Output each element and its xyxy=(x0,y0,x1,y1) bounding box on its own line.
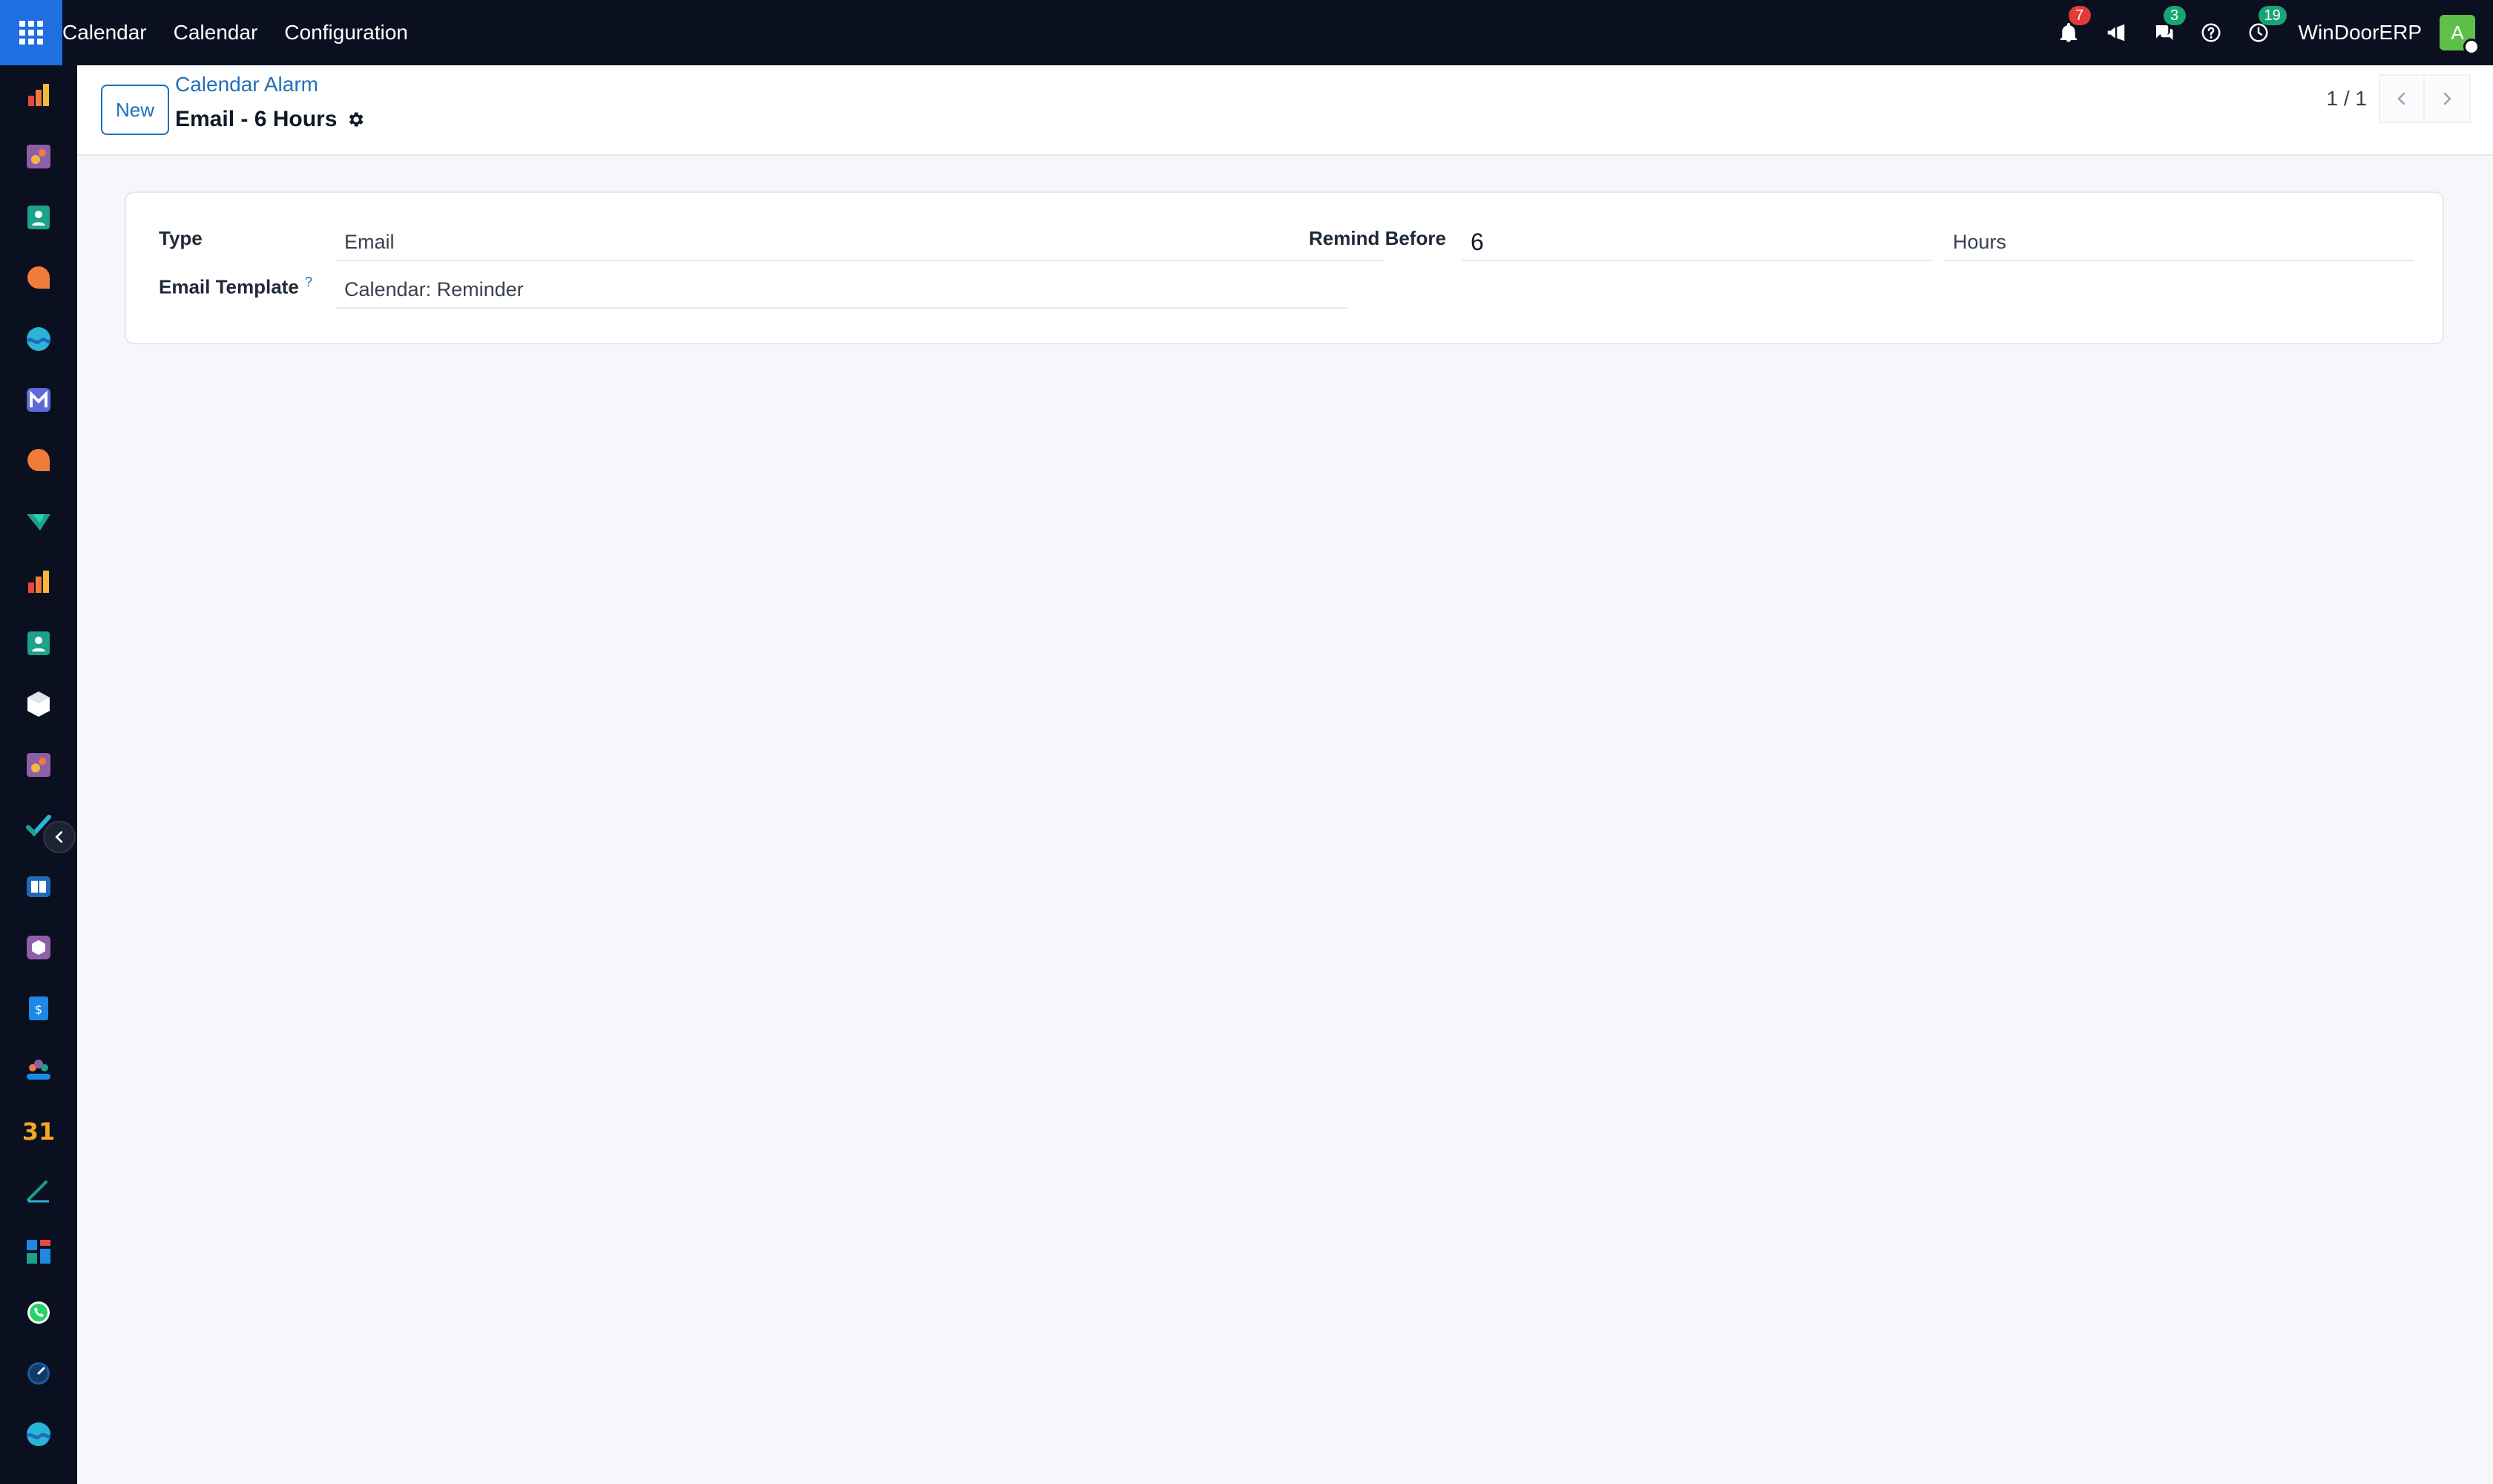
sign-app-icon xyxy=(27,1181,49,1203)
sidebar-item-contacts[interactable] xyxy=(0,191,77,243)
email-template-label: Email Template? xyxy=(159,275,312,299)
activities-badge: 19 xyxy=(2258,6,2287,25)
contacts2-app-icon xyxy=(27,631,50,655)
presence-dot xyxy=(2463,39,2480,55)
form-sheet: Type Email Email Template? Calendar: Rem… xyxy=(125,191,2444,344)
mail-app-icon xyxy=(27,388,50,412)
app-brand-calendar[interactable]: Calendar xyxy=(62,0,160,65)
wave-app-icon xyxy=(27,327,50,351)
pager-previous-button[interactable] xyxy=(2379,74,2425,123)
svg-text:$: $ xyxy=(35,1002,42,1017)
notifications-button[interactable]: 7 xyxy=(2052,6,2091,49)
grid-icon xyxy=(19,21,43,45)
activities-button[interactable]: 19 xyxy=(2242,6,2287,49)
chevron-left-icon xyxy=(2397,92,2405,105)
knowledge-app-icon xyxy=(27,876,50,897)
sidebar-collapse-button[interactable] xyxy=(43,821,76,853)
new-button[interactable]: New xyxy=(101,85,169,135)
sales2-app-icon xyxy=(27,753,50,777)
remind-before-input[interactable]: 6 xyxy=(1462,224,1932,261)
sidebar-item-chart[interactable] xyxy=(0,70,77,122)
help-button[interactable] xyxy=(2195,16,2227,49)
reporting-app-icon xyxy=(28,571,49,593)
sidebar-item-product[interactable] xyxy=(0,922,77,974)
sidebar-item-inventory[interactable] xyxy=(0,678,77,730)
sidebar-item-discuss[interactable] xyxy=(0,252,77,304)
wave2-app-icon xyxy=(27,1422,50,1446)
messages-badge: 3 xyxy=(2163,6,2186,25)
sidebar-item-dashboards[interactable] xyxy=(0,1226,77,1278)
type-select[interactable]: Email xyxy=(335,224,1385,261)
gear-icon[interactable] xyxy=(346,110,365,129)
calendar-app-icon: 31 xyxy=(24,1117,53,1145)
calendar-day-number: 31 xyxy=(24,1117,53,1145)
top-navbar: Calendar Calendar Configuration 7 3 19 W… xyxy=(0,0,2493,65)
record-title: Email - 6 Hours xyxy=(175,107,365,132)
messages-button[interactable]: 3 xyxy=(2147,6,2186,49)
dashboards-app-icon xyxy=(27,1240,50,1264)
type-label: Type xyxy=(159,227,203,249)
user-avatar[interactable]: A xyxy=(2440,15,2480,55)
control-panel: New Calendar Alarm Email - 6 Hours 1 / 1 xyxy=(77,65,2493,156)
help-tooltip-icon[interactable]: ? xyxy=(305,275,312,289)
sidebar-item-employees[interactable] xyxy=(0,1043,77,1095)
pager: 1 / 1 xyxy=(2327,74,2471,123)
chat-app-icon xyxy=(27,266,50,289)
sidebar-item-knowledge[interactable] xyxy=(0,861,77,913)
pager-value[interactable]: 1 / 1 xyxy=(2327,87,2367,111)
sales-app-icon xyxy=(27,145,50,168)
sidebar-item-calendar[interactable]: 31 xyxy=(0,1104,77,1156)
sidebar-item-whatsapp[interactable] xyxy=(0,1287,77,1339)
discuss-app-icon xyxy=(27,449,50,471)
email-template-field[interactable]: Calendar: Reminder xyxy=(335,272,1347,309)
sidebar-item-sign[interactable] xyxy=(0,1165,77,1217)
sidebar-item-reporting[interactable] xyxy=(0,556,77,608)
sidebar-item-invoicing[interactable]: $ xyxy=(0,982,77,1034)
systray: 7 3 19 WinDoorERP A xyxy=(2037,0,2493,65)
sidebar-item-timer[interactable] xyxy=(0,1347,77,1399)
app-menu-button[interactable] xyxy=(0,0,62,65)
invoicing-app-icon: $ xyxy=(29,997,48,1020)
megaphone-icon xyxy=(2107,24,2124,42)
company-switcher[interactable]: WinDoorERP xyxy=(2299,21,2422,45)
product-app-icon xyxy=(27,936,50,959)
remind-before-label: Remind Before xyxy=(1309,227,1446,249)
announcements-button[interactable] xyxy=(2100,16,2132,49)
contacts-app-icon xyxy=(27,206,50,229)
sidebar-item-delivery[interactable] xyxy=(0,496,77,548)
chevron-left-icon xyxy=(55,831,63,843)
menu-calendar[interactable]: Calendar xyxy=(160,0,272,65)
timer-app-icon xyxy=(27,1362,50,1385)
sidebar-item-livechat[interactable] xyxy=(0,435,77,487)
sidebar-item-sales-2[interactable] xyxy=(0,739,77,791)
menu-configuration[interactable]: Configuration xyxy=(271,0,421,65)
employees-app-icon xyxy=(27,1060,50,1080)
avatar-letter: A xyxy=(2451,21,2464,44)
chart-app-icon xyxy=(28,84,49,106)
record-title-text: Email - 6 Hours xyxy=(175,107,338,131)
app-sidebar: $ 31 xyxy=(0,65,77,1484)
delivery-app-icon xyxy=(27,514,50,531)
sidebar-item-mail[interactable] xyxy=(0,374,77,426)
sidebar-item-wave[interactable] xyxy=(0,313,77,365)
notifications-badge: 7 xyxy=(2068,6,2091,25)
sidebar-item-contacts-2[interactable] xyxy=(0,617,77,669)
sidebar-item-sales[interactable] xyxy=(0,131,77,183)
whatsapp-app-icon xyxy=(27,1301,50,1324)
remind-unit-select[interactable]: Hours xyxy=(1944,224,2414,261)
breadcrumb-calendar-alarm[interactable]: Calendar Alarm xyxy=(175,73,318,96)
question-circle-icon xyxy=(2201,23,2221,42)
email-template-label-text: Email Template xyxy=(159,275,299,298)
sidebar-item-wave-2[interactable] xyxy=(0,1408,77,1460)
pager-next-button[interactable] xyxy=(2425,74,2471,123)
inventory-app-icon xyxy=(27,692,50,717)
chevron-right-icon xyxy=(2443,92,2451,105)
